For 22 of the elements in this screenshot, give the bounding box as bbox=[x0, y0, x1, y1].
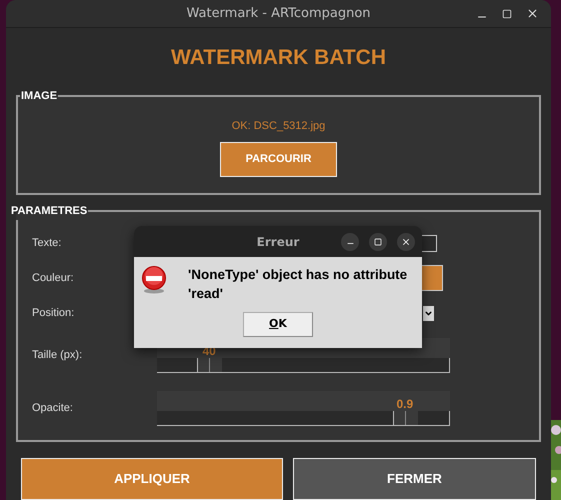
close-icon[interactable] bbox=[526, 7, 539, 20]
field-label: Taille (px): bbox=[32, 348, 84, 364]
dialog-title: Erreur bbox=[256, 234, 300, 250]
field-label: Couleur: bbox=[32, 270, 75, 286]
field-label: Opacite: bbox=[32, 400, 74, 416]
field-label: Position: bbox=[32, 306, 76, 321]
close-icon[interactable] bbox=[397, 232, 415, 250]
panel-legend: PARAMETRES bbox=[10, 203, 88, 220]
slider-thumb[interactable] bbox=[392, 410, 418, 424]
panel-legend: IMAGE bbox=[20, 88, 58, 104]
close-button[interactable]: FERMER bbox=[293, 458, 536, 500]
error-icon bbox=[141, 266, 167, 294]
error-message: 'NoneType' object has no attribute 'read' bbox=[188, 266, 408, 303]
slider-thumb[interactable] bbox=[197, 358, 222, 372]
ok-button[interactable]: OK bbox=[243, 312, 313, 337]
maximize-icon[interactable] bbox=[369, 232, 387, 250]
field-label: Texte: bbox=[32, 236, 62, 251]
app-heading: WATERMARK BATCH bbox=[170, 45, 386, 72]
file-status: OK: DSC_5312.jpg bbox=[232, 118, 326, 134]
slider-value: 0.9 bbox=[396, 398, 414, 410]
window-title: Watermark - ARTcompagnon bbox=[186, 4, 371, 23]
maximize-icon[interactable] bbox=[502, 8, 512, 18]
